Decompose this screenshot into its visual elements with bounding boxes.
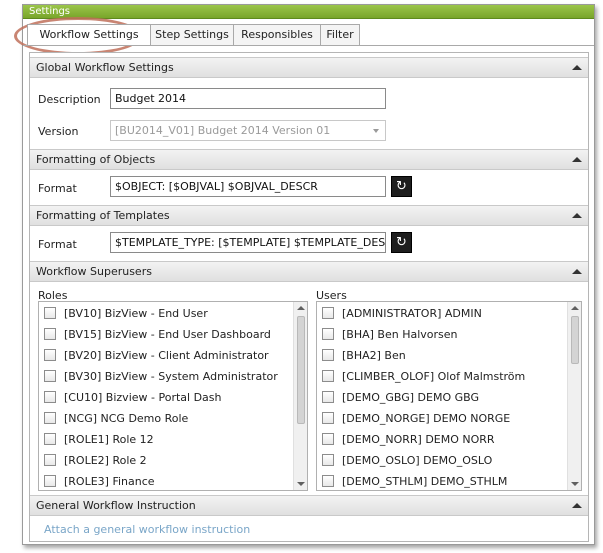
templates-format-field[interactable]: $TEMPLATE_TYPE: [$TEMPLATE] $TEMPLATE_DE… [110, 232, 386, 253]
attach-instruction-link[interactable]: Attach a general workflow instruction [44, 523, 250, 536]
tab-filter[interactable]: Filter [320, 24, 360, 45]
templates-format-header[interactable]: Formatting of Templates [30, 205, 588, 226]
templates-format-title: Formatting of Templates [36, 209, 170, 222]
global-settings-header[interactable]: Global Workflow Settings [30, 57, 588, 78]
scroll-down-icon[interactable] [297, 482, 305, 486]
objects-format-header[interactable]: Formatting of Objects [30, 149, 588, 170]
checkbox-icon[interactable] [322, 412, 334, 424]
instruction-title: General Workflow Instruction [36, 499, 196, 512]
workflow-settings-panel: Global Workflow Settings Description Bud… [29, 52, 589, 542]
users-list[interactable]: [ADMINISTRATOR] ADMIN [BHA] Ben Halvorse… [316, 301, 582, 491]
objects-format-title: Formatting of Objects [36, 153, 156, 166]
tab-workflow-settings[interactable]: Workflow Settings [27, 24, 151, 46]
chevron-down-icon [373, 129, 379, 133]
checkbox-icon[interactable] [44, 370, 56, 382]
tab-divider [23, 45, 594, 46]
version-select: [BU2014_V01] Budget 2014 Version 01 [110, 120, 386, 141]
checkbox-icon[interactable] [44, 433, 56, 445]
description-label: Description [38, 93, 101, 106]
scroll-up-icon[interactable] [571, 306, 579, 310]
checkbox-icon[interactable] [322, 370, 334, 382]
global-settings-title: Global Workflow Settings [36, 61, 174, 74]
roles-scrollbar[interactable] [293, 302, 307, 490]
instruction-header[interactable]: General Workflow Instruction [30, 495, 588, 516]
superusers-header[interactable]: Workflow Superusers [30, 261, 588, 282]
objects-format-field[interactable]: $OBJECT: [$OBJVAL] $OBJVAL_DESCR [110, 176, 386, 197]
chevron-up-icon[interactable] [572, 213, 582, 218]
chevron-up-icon[interactable] [572, 65, 582, 70]
superusers-title: Workflow Superusers [36, 265, 152, 278]
scroll-down-icon[interactable] [571, 482, 579, 486]
settings-window: Settings Workflow Settings Step Settings… [14, 4, 595, 545]
checkbox-icon[interactable] [44, 328, 56, 340]
checkbox-icon[interactable] [44, 307, 56, 319]
checkbox-icon[interactable] [322, 307, 334, 319]
checkbox-icon[interactable] [322, 475, 334, 487]
checkbox-icon[interactable] [322, 391, 334, 403]
chevron-up-icon[interactable] [572, 269, 582, 274]
checkbox-icon[interactable] [322, 328, 334, 340]
chevron-up-icon[interactable] [572, 157, 582, 162]
checkbox-icon[interactable] [322, 454, 334, 466]
checkbox-icon[interactable] [322, 433, 334, 445]
window-title: Settings [23, 5, 594, 19]
templates-format-label: Format [38, 238, 77, 251]
refresh-icon[interactable]: ↻ [391, 232, 412, 253]
version-label: Version [38, 125, 79, 138]
checkbox-icon[interactable] [322, 349, 334, 361]
tab-step-settings[interactable]: Step Settings [150, 24, 234, 45]
version-select-value: [BU2014_V01] Budget 2014 Version 01 [115, 124, 331, 137]
tab-responsibles[interactable]: Responsibles [233, 24, 321, 45]
checkbox-icon[interactable] [44, 454, 56, 466]
roles-list[interactable]: [BV10] BizView - End User [BV15] BizView… [38, 301, 308, 491]
checkbox-icon[interactable] [44, 391, 56, 403]
description-field[interactable]: Budget 2014 [110, 88, 386, 109]
checkbox-icon[interactable] [44, 475, 56, 487]
refresh-icon[interactable]: ↻ [391, 176, 412, 197]
checkbox-icon[interactable] [44, 412, 56, 424]
users-scroll-thumb[interactable] [571, 316, 579, 364]
roles-scroll-thumb[interactable] [297, 316, 305, 424]
checkbox-icon[interactable] [44, 349, 56, 361]
chevron-up-icon[interactable] [572, 503, 582, 508]
objects-format-label: Format [38, 182, 77, 195]
scroll-up-icon[interactable] [297, 306, 305, 310]
users-scrollbar[interactable] [567, 302, 581, 490]
